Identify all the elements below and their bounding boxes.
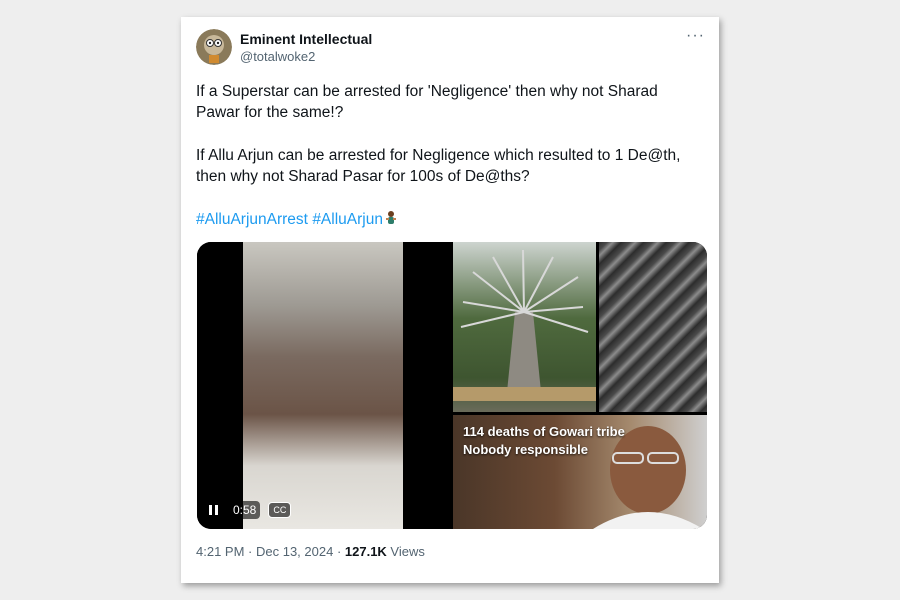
video-time: 0:58 (229, 501, 261, 519)
media-grid: 0:58 CC 114 deaths of Gowari tribe Nobod… (197, 242, 707, 529)
image-overlay-text: 114 deaths of Gowari tribe Nobody respon… (463, 423, 625, 459)
views-label: Views (386, 544, 425, 559)
media-image-archive[interactable] (599, 242, 707, 412)
tweet-time[interactable]: 4:21 PM (196, 544, 244, 559)
media-image-portrait[interactable]: 114 deaths of Gowari tribe Nobody respon… (453, 415, 707, 529)
hashtags: #AlluArjunArrest #AlluArjun (196, 209, 696, 230)
video-player[interactable]: 0:58 CC (197, 242, 449, 529)
avatar[interactable] (196, 29, 232, 65)
views-count[interactable]: 127.1K (345, 544, 387, 559)
more-dots-icon[interactable]: ··· (686, 28, 705, 44)
video-controls: 0:58 CC (205, 501, 292, 519)
tweet-paragraph-1: If a Superstar can be arrested for 'Negl… (196, 83, 658, 121)
captions-button[interactable]: CC (268, 502, 292, 518)
tweet-date[interactable]: Dec 13, 2024 (256, 544, 333, 559)
avatar-image (196, 29, 232, 65)
media-image-memorial[interactable] (453, 242, 596, 412)
overlay-line-2: Nobody responsible (463, 442, 588, 457)
separator: · (244, 544, 256, 559)
tweet-footer: 4:21 PM · Dec 13, 2024 · 127.1K Views (196, 544, 425, 559)
tweet-card: Eminent Intellectual @totalwoke2 ··· If … (181, 17, 719, 583)
pause-icon[interactable] (205, 502, 221, 518)
hashtag-alluarjunarrest[interactable]: #AlluArjunArrest (196, 211, 308, 228)
tweet-text: If a Superstar can be arrested for 'Negl… (196, 81, 696, 252)
tweet-paragraph-2: If Allu Arjun can be arrested for Neglig… (196, 147, 681, 185)
memorial-sculpture (453, 249, 596, 401)
hashtag-alluarjun[interactable]: #AlluArjun (312, 211, 383, 228)
separator: · (333, 544, 345, 559)
author-handle[interactable]: @totalwoke2 (240, 49, 315, 64)
overlay-line-1: 114 deaths of Gowari tribe (463, 424, 625, 439)
man-dancing-emoji-icon (383, 210, 399, 226)
author-name[interactable]: Eminent Intellectual (240, 31, 372, 47)
video-frame (243, 242, 403, 529)
